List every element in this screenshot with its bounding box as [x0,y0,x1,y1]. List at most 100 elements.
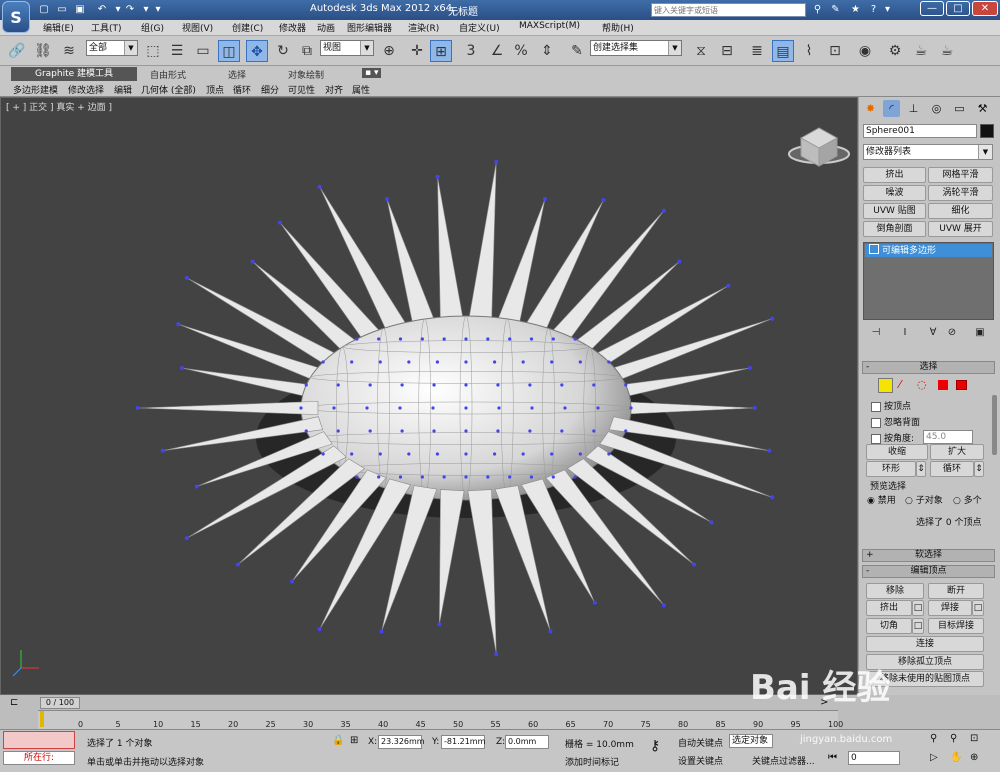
shrink-button[interactable]: 收缩 [866,444,928,460]
redo-icon[interactable]: ↷ [122,2,138,17]
layer-manager-icon[interactable]: ≣ [746,40,768,62]
maxscript-listener-mini[interactable] [3,731,75,749]
new-file-icon[interactable]: ▢ [36,2,52,17]
percent-snap-icon[interactable]: % [510,40,532,62]
snaps-toggle-icon[interactable]: 3 [460,40,482,62]
orbit-icon[interactable]: ⊕ [970,752,978,763]
render-setup-icon[interactable]: ⚙ [884,40,906,62]
edge-mode-icon[interactable]: ⁄ [899,378,901,391]
ring-spinner[interactable]: ⇕ [916,461,926,477]
object-name-field[interactable]: Sphere001 [863,124,977,138]
customize-quick-access-icon[interactable]: ▾ [150,2,166,17]
target-weld-button[interactable]: 目标焊接 [928,618,984,634]
goto-start-icon[interactable]: ⏮ [828,752,837,763]
chamfer-button[interactable]: 切角 [866,618,912,634]
menu-maxscript[interactable]: MAXScript(M) [519,21,580,31]
polygon-mode-icon[interactable] [938,380,948,390]
set-key-button[interactable]: 设置关键点 [678,754,723,767]
selection-lock-icon[interactable]: 🔒 [332,735,344,746]
ribbon-options-icon[interactable]: ▪ ▾ [362,68,382,78]
ribbon-tab-object-paint[interactable]: 对象绘制 [288,68,324,81]
spinner-snap-icon[interactable]: ⇕ [536,40,558,62]
select-manipulate-icon[interactable]: ✛ [406,40,428,62]
menu-animation[interactable]: 动画 [317,21,335,34]
noise-modifier-button[interactable]: 噪波 [863,185,926,201]
align-icon[interactable]: ⊟ [716,40,738,62]
material-editor-icon[interactable]: ◉ [854,40,876,62]
stack-item-editable-poly[interactable]: 可编辑多边形 [865,244,992,257]
auto-key-button[interactable]: 自动关键点 [678,736,723,749]
selected-object-dropdown[interactable]: 选定对象 [729,734,773,748]
zoom-extents-icon[interactable]: ⊡ [970,733,978,744]
make-unique-icon[interactable]: ∀ [925,326,941,340]
render-production-icon[interactable]: ☕ [936,40,958,62]
connect-button[interactable]: 连接 [866,636,984,652]
star-icon[interactable]: ★ [848,2,863,17]
absolute-mode-icon[interactable]: ⊞ [350,735,358,746]
fov-icon[interactable]: ▷ [930,752,938,763]
menu-edit[interactable]: 编辑(E) [43,21,74,34]
display-tab-icon[interactable]: ▭ [951,100,968,117]
loop-spinner[interactable]: ⇕ [974,461,984,477]
remove-button[interactable]: 移除 [866,583,924,599]
rendered-frame-icon[interactable]: ☕ [910,40,932,62]
maximize-button[interactable]: □ [946,1,970,16]
element-mode-icon[interactable] [956,380,967,390]
extrude-modifier-button[interactable]: 挤出 [863,167,926,183]
pin-stack-icon[interactable]: ⊣ [868,326,884,340]
edit-vertices-rollout-header[interactable]: - 编辑顶点 [862,565,995,578]
ribbon-polygon-modeling[interactable]: 多边形建模 [13,83,58,96]
ignore-backfacing-checkbox[interactable]: 忽略背面 [871,415,920,428]
tools-icon[interactable]: ✎ [828,2,843,17]
menu-tools[interactable]: 工具(T) [91,21,122,34]
stack-expand-icon[interactable] [869,244,879,254]
search-input[interactable]: 键入关键字或短语 [651,3,806,17]
ribbon-tab-freeform[interactable]: 自由形式 [150,68,186,81]
app-logo-icon[interactable]: S [2,1,30,33]
menu-rendering[interactable]: 渲染(R) [408,21,439,34]
z-coordinate-field[interactable]: 0.0mm [505,735,549,749]
window-crossing-icon[interactable]: ◫ [218,40,240,62]
ring-button[interactable]: 环形 [866,461,916,477]
preview-multi-radio[interactable]: ○ 多个 [953,493,982,506]
pan-icon[interactable]: ✋ [950,752,962,763]
mini-curve-editor-icon[interactable]: ⊏ [10,697,18,708]
ribbon-vertices[interactable]: 顶点 [206,83,224,96]
by-vertex-checkbox[interactable]: 按顶点 [871,399,911,412]
ribbon-align[interactable]: 对齐 [325,83,343,96]
extrude-button[interactable]: 挤出 [866,600,912,616]
menu-graph-editors[interactable]: 图形编辑器 [347,21,392,34]
preview-disabled-radio[interactable]: ◉ 禁用 [867,493,896,506]
remove-modifier-icon[interactable]: ⊘ [944,326,960,340]
turbosmooth-modifier-button[interactable]: 涡轮平滑 [928,185,993,201]
ribbon-tab-graphite[interactable]: Graphite 建模工具 [11,67,137,81]
angle-snap-icon[interactable]: ∠ [486,40,508,62]
tessellate-modifier-button[interactable]: 细化 [928,203,993,219]
key-icon[interactable]: ⚷ [650,738,660,754]
viewport-perspective[interactable] [0,97,858,695]
soft-selection-rollout-header[interactable]: + 软选择 [862,549,995,562]
unwrap-uvw-modifier-button[interactable]: UVW 展开 [928,221,993,237]
grow-button[interactable]: 扩大 [930,444,984,460]
select-move-icon[interactable]: ✥ [246,40,268,62]
border-mode-icon[interactable]: ◌ [917,378,927,391]
minimize-button[interactable]: — [920,1,944,16]
menu-customize[interactable]: 自定义(U) [459,21,500,34]
current-frame-field[interactable]: 0 [848,751,900,765]
weld-settings-icon[interactable]: □ [972,600,984,616]
selection-filter-dropdown[interactable]: 全部 ▼ [86,40,138,56]
motion-tab-icon[interactable]: ◎ [928,100,945,117]
loop-button[interactable]: 循环 [930,461,974,477]
vertex-mode-icon[interactable] [878,378,893,393]
preview-subobject-radio[interactable]: ○ 子对象 [905,493,943,506]
object-color-swatch[interactable] [980,124,994,138]
menu-modifiers[interactable]: 修改器 [279,21,306,34]
zoom-all-icon[interactable]: ⚲ [950,733,957,744]
chamfer-settings-icon[interactable]: □ [912,618,924,634]
ribbon-loops[interactable]: 循环 [233,83,251,96]
weld-button[interactable]: 焊接 [928,600,972,616]
reference-coordinate-dropdown[interactable]: 视图 ▼ [320,40,374,56]
angle-value-field[interactable]: 45.0 [923,430,973,444]
pivot-center-icon[interactable]: ⊕ [378,40,400,62]
selection-rollout-header[interactable]: - 选择 [862,361,995,374]
